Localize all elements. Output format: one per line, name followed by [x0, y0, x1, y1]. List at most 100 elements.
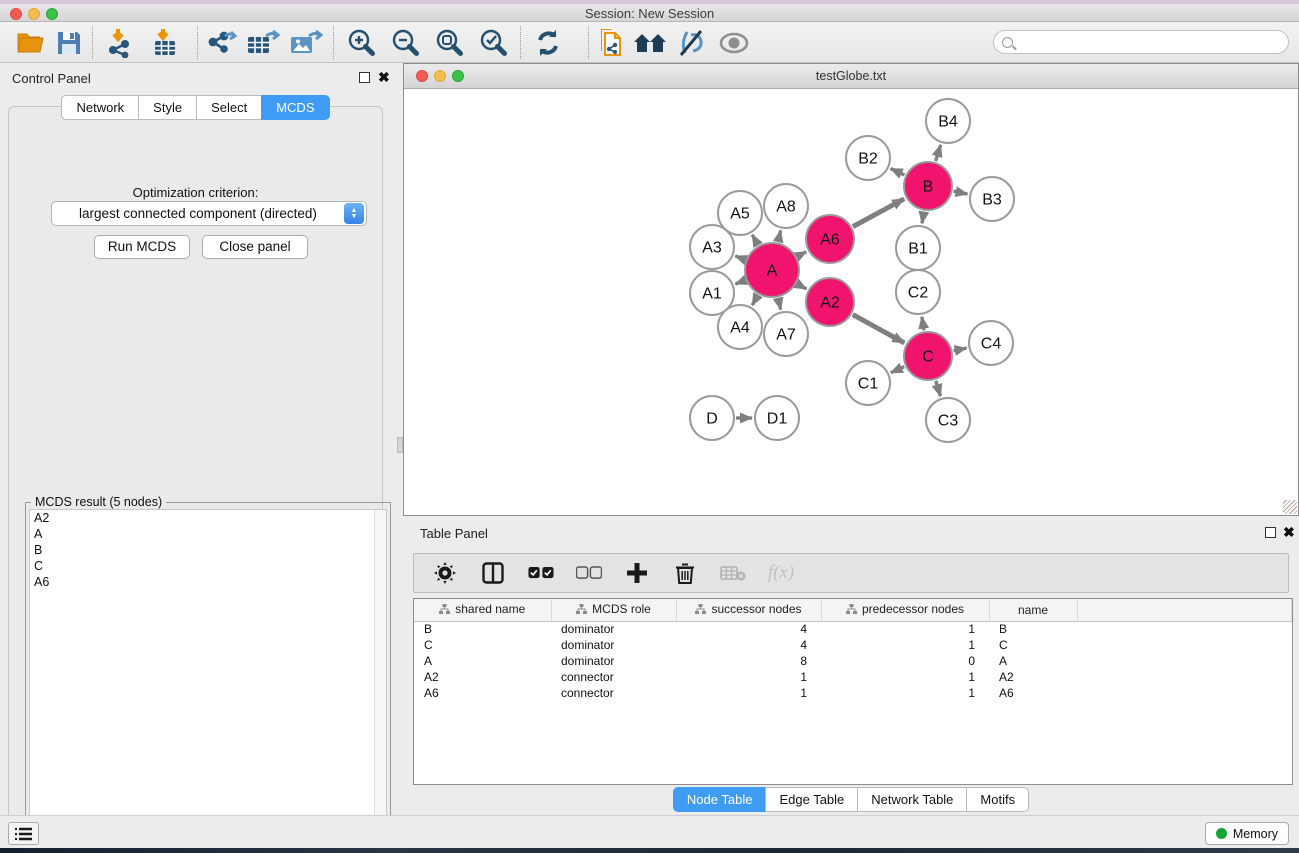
memory-button[interactable]: Memory — [1205, 822, 1289, 845]
column-visibility-icon[interactable] — [480, 560, 506, 586]
graph-node-A4[interactable]: A4 — [718, 305, 762, 349]
table-row[interactable]: A6connector11A6 — [414, 685, 1292, 701]
table-close-icon[interactable]: ✖ — [1283, 525, 1295, 539]
zoom-fit-icon[interactable] — [432, 27, 466, 58]
search-field[interactable] — [993, 30, 1289, 54]
export-image-icon[interactable] — [289, 27, 323, 58]
add-column-icon[interactable] — [624, 560, 650, 586]
import-table-icon[interactable] — [148, 27, 182, 58]
edge-A2-C[interactable] — [853, 315, 905, 343]
network-window-titlebar[interactable]: testGlobe.txt — [404, 64, 1298, 89]
graph-node-C4[interactable]: C4 — [969, 321, 1013, 365]
edge-C-C2[interactable] — [922, 317, 924, 331]
table-row[interactable]: Adominator80A — [414, 653, 1292, 669]
graph-node-C3[interactable]: C3 — [926, 398, 970, 442]
task-history-button[interactable] — [8, 822, 39, 845]
graph-node-A8[interactable]: A8 — [764, 184, 808, 228]
edge-B-B4[interactable] — [936, 145, 941, 161]
tab-network[interactable]: Network — [61, 95, 138, 120]
column-header-successor-nodes[interactable]: successor nodes — [676, 599, 821, 621]
home-icon[interactable] — [633, 27, 667, 58]
list-item[interactable]: B — [30, 542, 386, 558]
zoom-out-icon[interactable] — [388, 27, 422, 58]
eye-icon[interactable] — [717, 27, 751, 58]
edge-A6-B[interactable] — [853, 199, 904, 227]
column-header-name[interactable]: name — [989, 599, 1077, 621]
graph-node-A7[interactable]: A7 — [764, 312, 808, 356]
edge-A-A6[interactable] — [798, 252, 807, 257]
close-panel-icon[interactable]: ✖ — [378, 70, 390, 84]
edge-A-A2[interactable] — [797, 284, 806, 289]
search-input[interactable] — [1019, 35, 1288, 49]
graph-node-B3[interactable]: B3 — [970, 177, 1014, 221]
node-table[interactable]: shared nameMCDS rolesuccessor nodesprede… — [413, 598, 1293, 785]
tab-style[interactable]: Style — [138, 95, 196, 120]
column-header-predecessor-nodes[interactable]: predecessor nodes — [821, 599, 989, 621]
graph-node-A[interactable]: A — [745, 243, 799, 297]
refresh-icon[interactable] — [531, 27, 565, 58]
table-row[interactable]: A2connector11A2 — [414, 669, 1292, 685]
edge-C-C3[interactable] — [936, 381, 941, 396]
graph-node-A3[interactable]: A3 — [690, 225, 734, 269]
edge-C-C1[interactable] — [891, 367, 904, 373]
graph-node-C1[interactable]: C1 — [846, 361, 890, 405]
zoom-selected-icon[interactable] — [476, 27, 510, 58]
edge-A-A3[interactable] — [735, 256, 745, 260]
list-item[interactable]: A2 — [30, 510, 386, 526]
graph-node-C2[interactable]: C2 — [896, 270, 940, 314]
graph-node-C[interactable]: C — [904, 332, 952, 380]
deselect-all-icon[interactable] — [576, 560, 602, 586]
edge-A-A5[interactable] — [752, 235, 758, 245]
open-file-icon[interactable] — [14, 27, 48, 58]
duplicate-network-icon[interactable] — [595, 27, 629, 58]
import-network-icon[interactable] — [103, 27, 137, 58]
export-table-icon[interactable] — [246, 27, 280, 58]
edge-A-A7[interactable] — [778, 298, 780, 309]
list-item[interactable]: C — [30, 558, 386, 574]
tab-node-table[interactable]: Node Table — [673, 787, 766, 812]
edge-B-B3[interactable] — [953, 191, 967, 194]
edge-A-A4[interactable] — [752, 295, 758, 305]
export-network-icon[interactable] — [204, 27, 238, 58]
gear-icon[interactable] — [432, 560, 458, 586]
tab-edge-table[interactable]: Edge Table — [765, 787, 857, 812]
tab-select[interactable]: Select — [196, 95, 261, 120]
list-item[interactable]: A6 — [30, 574, 386, 590]
graph-node-D1[interactable]: D1 — [755, 396, 799, 440]
graph-node-B2[interactable]: B2 — [846, 136, 890, 180]
edge-C-C4[interactable] — [953, 348, 966, 351]
table-row[interactable]: Bdominator41B — [414, 621, 1292, 637]
network-canvas[interactable]: B4B2BB3A8A5A6A3B1AA1C2A2A4A7C4CC1C3DD1 — [405, 90, 1297, 515]
list-item[interactable]: A — [30, 526, 386, 542]
graph-node-A2[interactable]: A2 — [806, 278, 854, 326]
save-session-icon[interactable] — [52, 27, 86, 58]
column-header-shared-name[interactable]: shared name — [414, 599, 551, 621]
tab-motifs[interactable]: Motifs — [966, 787, 1029, 812]
zoom-in-icon[interactable] — [344, 27, 378, 58]
tab-network-table[interactable]: Network Table — [857, 787, 966, 812]
graph-node-B[interactable]: B — [904, 162, 952, 210]
resize-grip-icon[interactable] — [1283, 500, 1297, 514]
graph-node-A6[interactable]: A6 — [806, 215, 854, 263]
hide-annotations-icon[interactable] — [675, 27, 709, 58]
close-panel-button[interactable]: Close panel — [202, 235, 308, 259]
delete-column-icon[interactable] — [672, 560, 698, 586]
graph-node-B4[interactable]: B4 — [926, 99, 970, 143]
select-all-icon[interactable] — [528, 560, 554, 586]
graph-node-B1[interactable]: B1 — [896, 226, 940, 270]
graph-node-D[interactable]: D — [690, 396, 734, 440]
mcds-result-list[interactable]: A2ABCA6 — [29, 509, 387, 839]
table-float-icon[interactable] — [1265, 527, 1276, 538]
float-panel-icon[interactable] — [359, 72, 370, 83]
edge-A-A1[interactable] — [735, 280, 745, 284]
edge-A-A8[interactable] — [778, 230, 780, 241]
table-row[interactable]: Cdominator41C — [414, 637, 1292, 653]
svg-text:D1: D1 — [767, 411, 788, 428]
column-header-MCDS-role[interactable]: MCDS role — [551, 599, 676, 621]
optimization-criterion-dropdown[interactable]: largest connected component (directed) ▲… — [51, 201, 367, 226]
edge-B-B2[interactable] — [891, 169, 905, 175]
edge-B-B1[interactable] — [922, 212, 924, 224]
run-mcds-button[interactable]: Run MCDS — [94, 235, 190, 259]
tab-mcds[interactable]: MCDS — [261, 95, 329, 120]
result-list-scrollbar[interactable] — [374, 510, 386, 838]
